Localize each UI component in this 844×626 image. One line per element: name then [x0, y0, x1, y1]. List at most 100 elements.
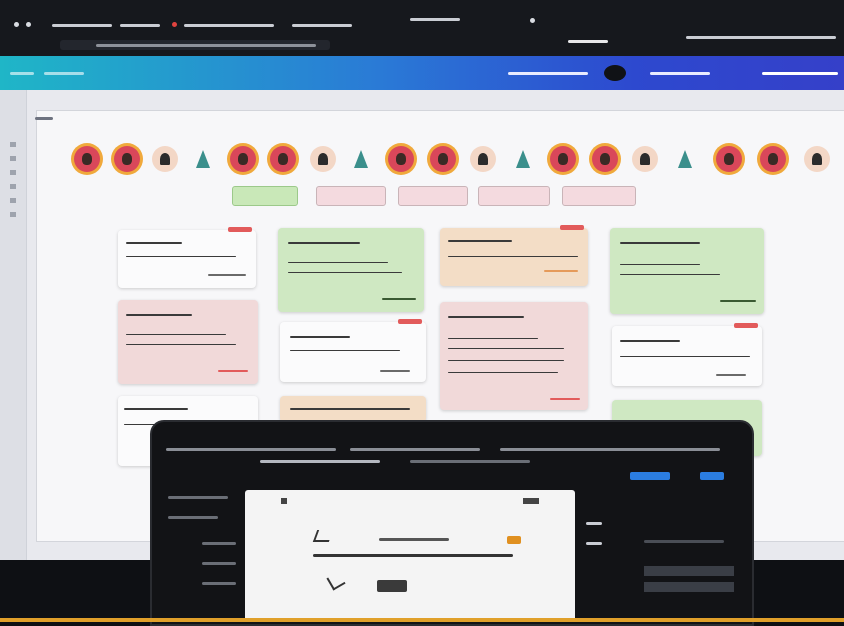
nav-mark[interactable]: [10, 72, 34, 75]
recording-icon: [172, 22, 177, 27]
filter-chip[interactable]: [562, 186, 636, 206]
board-card[interactable]: [118, 300, 258, 384]
person-icon[interactable]: [470, 146, 496, 172]
laptop-sidebar-item[interactable]: [168, 496, 228, 499]
header-action[interactable]: [762, 72, 838, 75]
bird-icon: [312, 530, 334, 542]
person-icon[interactable]: [310, 146, 336, 172]
window-dot[interactable]: [14, 22, 19, 27]
extensions-bar[interactable]: [686, 36, 836, 39]
person-icon[interactable]: [716, 146, 742, 172]
laptop-panel-item[interactable]: [586, 522, 602, 525]
card-footer-mark: [550, 398, 580, 400]
laptop-address[interactable]: [410, 460, 530, 463]
nav-mark[interactable]: [44, 72, 84, 75]
window-dot[interactable]: [26, 22, 31, 27]
laptop-action-button[interactable]: [630, 472, 670, 480]
filter-chip[interactable]: [232, 186, 298, 206]
laptop-menu[interactable]: [350, 448, 480, 451]
person-icon[interactable]: [672, 146, 698, 172]
person-icon[interactable]: [190, 146, 216, 172]
board-card[interactable]: [118, 227, 256, 288]
board-card[interactable]: [612, 323, 762, 386]
person-icon[interactable]: [348, 146, 374, 172]
laptop-menu[interactable]: [500, 448, 720, 451]
card-tag: [560, 225, 584, 230]
rail-icon[interactable]: [10, 142, 16, 147]
cursor-icon: [326, 571, 346, 591]
person-icon[interactable]: [230, 146, 256, 172]
person-icon[interactable]: [430, 146, 456, 172]
card-title-mark: [448, 240, 512, 242]
address-bar[interactable]: [60, 40, 330, 50]
rail-icon[interactable]: [10, 170, 16, 175]
person-icon[interactable]: [760, 146, 786, 172]
person-icon[interactable]: [152, 146, 178, 172]
filter-chip[interactable]: [398, 186, 468, 206]
laptop-address[interactable]: [260, 460, 380, 463]
laptop-panel-field[interactable]: [644, 566, 734, 576]
card-text-mark: [288, 272, 402, 273]
person-icon[interactable]: [114, 146, 140, 172]
card-text-mark: [620, 274, 720, 275]
canvas-menu[interactable]: [35, 117, 53, 120]
laptop-dialog: [245, 490, 575, 622]
board-card[interactable]: [610, 228, 764, 314]
card-text-mark: [290, 350, 400, 351]
toolbar-icons[interactable]: [568, 40, 608, 43]
laptop-panel-field[interactable]: [644, 540, 724, 543]
laptop-action-button[interactable]: [700, 472, 724, 480]
tab-label[interactable]: [184, 24, 274, 27]
person-icon[interactable]: [270, 146, 296, 172]
board-card[interactable]: [440, 302, 588, 410]
laptop-panel: [580, 482, 740, 622]
board-card[interactable]: [280, 319, 426, 382]
card-text-mark: [126, 256, 236, 257]
card-text-mark: [448, 372, 558, 373]
laptop-sidebar-item[interactable]: [202, 542, 236, 545]
person-icon[interactable]: [388, 146, 414, 172]
board-card[interactable]: [280, 396, 426, 422]
rail-icon[interactable]: [10, 184, 16, 189]
card-text-mark: [620, 356, 750, 357]
card-title-mark: [126, 314, 192, 316]
person-icon[interactable]: [632, 146, 658, 172]
laptop-menu[interactable]: [166, 448, 336, 451]
person-icon[interactable]: [804, 146, 830, 172]
tab-label[interactable]: [52, 24, 112, 27]
laptop-sidebar-item[interactable]: [168, 516, 218, 519]
card-text-mark: [448, 338, 538, 339]
rail-icon[interactable]: [10, 198, 16, 203]
laptop-sidebar-item[interactable]: [202, 562, 236, 565]
tab-label[interactable]: [120, 24, 160, 27]
laptop-sidebar-item[interactable]: [202, 582, 236, 585]
dialog-accent: [507, 536, 521, 544]
user-avatar[interactable]: [604, 65, 626, 81]
board-card[interactable]: [278, 228, 424, 312]
person-icon[interactable]: [510, 146, 536, 172]
laptop-panel-field[interactable]: [644, 582, 734, 592]
filter-chip[interactable]: [316, 186, 386, 206]
board-card[interactable]: [440, 225, 588, 286]
laptop-panel-item[interactable]: [586, 542, 602, 545]
dialog-close-icon[interactable]: [523, 498, 539, 504]
rail-icon[interactable]: [10, 212, 16, 217]
dialog-button[interactable]: [377, 580, 407, 592]
dialog-icon: [281, 498, 287, 504]
card-footer-mark: [716, 374, 746, 376]
filter-chip[interactable]: [478, 186, 550, 206]
card-title-mark: [448, 316, 524, 318]
rail-icon[interactable]: [10, 156, 16, 161]
card-tag: [228, 227, 252, 232]
person-icon[interactable]: [74, 146, 100, 172]
header-link[interactable]: [508, 72, 588, 75]
person-icon[interactable]: [550, 146, 576, 172]
header-icons[interactable]: [650, 72, 710, 75]
tab-label[interactable]: [410, 18, 460, 21]
person-icon[interactable]: [592, 146, 618, 172]
card-text-mark: [448, 360, 564, 361]
card-footer-mark: [720, 300, 756, 302]
window-dot: [530, 18, 535, 23]
card-title-mark: [620, 340, 680, 342]
tab-label[interactable]: [292, 24, 352, 27]
